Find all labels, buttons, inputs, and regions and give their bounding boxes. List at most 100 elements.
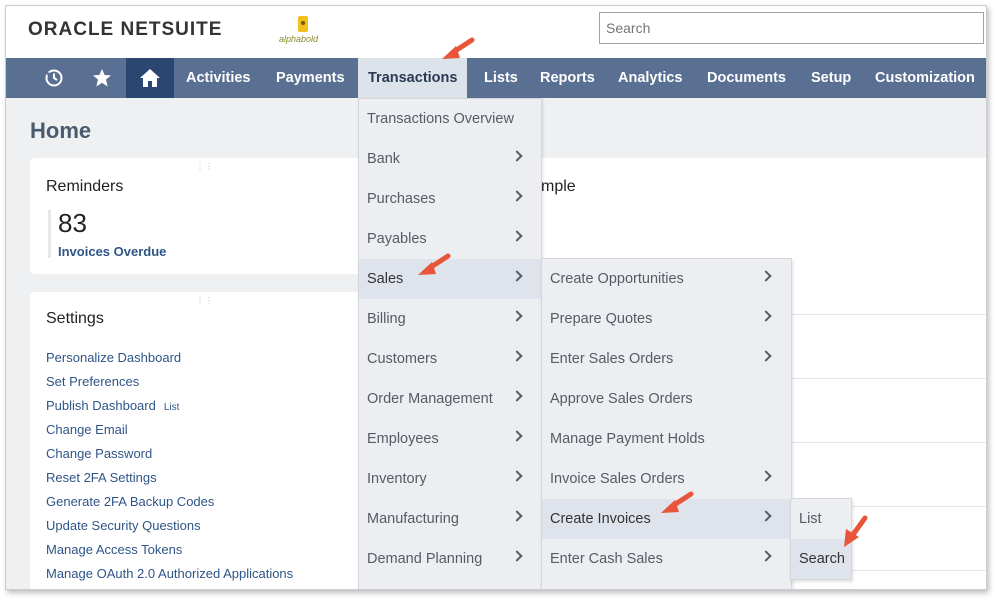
menu-label: Manage Payment Holds [550,431,705,447]
menu-create-opportunities[interactable]: Create Opportunities [542,259,791,299]
nav-customization[interactable]: Customization [875,58,975,98]
alphabold-text: alphabold [279,34,319,44]
menu-label: Billing [367,311,406,327]
menu-label: Enter Cash Sales [550,551,663,567]
menu-label: List [799,511,822,527]
reminders-portlet: ⋮⋮ Reminders 83 Invoices Overdue [30,158,362,274]
menu-manage-payment-holds[interactable]: Manage Payment Holds [542,419,791,459]
reminder-label[interactable]: Invoices Overdue [58,244,166,259]
menu-enter-cash-sales[interactable]: Enter Cash Sales [542,539,791,579]
sales-submenu: Create Opportunities Prepare Quotes Ente… [541,258,792,589]
oracle-netsuite-logo[interactable]: ORACLE NETSUITE [28,19,222,41]
chevron-right-icon [511,430,523,442]
menu-purchases[interactable]: Purchases [359,179,541,219]
menu-order-management[interactable]: Order Management [359,379,541,419]
chevron-right-icon [760,310,772,322]
menu-prepare-quotes[interactable]: Prepare Quotes [542,299,791,339]
menu-customers[interactable]: Customers [359,339,541,379]
reminders-title: Reminders [46,178,124,195]
nav-documents[interactable]: Documents [707,58,786,98]
recent-records-icon[interactable] [34,58,74,98]
chevron-right-icon [511,470,523,482]
menu-label: Prepare Quotes [550,311,653,327]
menu-label: Payables [367,231,427,247]
alphabold-logo: alphabold [277,16,329,50]
drag-handle-icon[interactable]: ⋮⋮ [196,162,214,171]
link-oauth-apps[interactable]: Manage OAuth 2.0 Authorized Applications [46,566,293,581]
menu-demand-planning[interactable]: Demand Planning [359,539,541,579]
link-security-questions[interactable]: Update Security Questions [46,518,201,533]
menu-approve-sales-orders[interactable]: Approve Sales Orders [542,379,791,419]
settings-title: Settings [46,310,104,327]
menu-label: Invoice Sales Orders [550,471,685,487]
chevron-right-icon [511,550,523,562]
link-reset-2fa[interactable]: Reset 2FA Settings [46,470,157,485]
page-title: Home [30,118,92,143]
menu-transactions-overview[interactable]: Transactions Overview [359,99,541,139]
settings-portlet: ⋮⋮ Settings Personalize Dashboard Set Pr… [30,292,362,589]
menu-label: Order Management [367,391,493,407]
alphabold-mark-icon [298,16,308,32]
chevron-right-icon [511,350,523,362]
chevron-right-icon [511,190,523,202]
chevron-right-icon [511,230,523,242]
publish-list-link[interactable]: List [164,402,180,413]
menu-label: Approve Sales Orders [550,391,693,407]
menu-label: Sales [367,271,404,287]
menu-label: Create Invoices [550,511,651,527]
link-change-password[interactable]: Change Password [46,446,152,461]
chevron-right-icon [511,150,523,162]
menu-label: Purchases [367,191,436,207]
global-search-input[interactable] [599,12,984,44]
nav-analytics[interactable]: Analytics [618,58,682,98]
publish-dashboard-label: Publish Dashboard [46,398,156,413]
menu-label: Demand Planning [367,551,483,567]
reminder-count[interactable]: 83 [58,208,87,239]
chevron-right-icon [760,550,772,562]
nav-reports[interactable]: Reports [540,58,595,98]
netsuite-window: ORACLE NETSUITE alphabold Activities Pay… [5,5,987,590]
annotation-arrow-icon [661,491,694,513]
nav-payments[interactable]: Payments [276,58,345,98]
menu-label: Inventory [367,471,427,487]
menu-billing[interactable]: Billing [359,299,541,339]
annotation-arrow-icon [844,515,868,547]
menu-bank[interactable]: Bank [359,139,541,179]
nav-transactions[interactable]: Transactions [358,58,468,98]
chevron-right-icon [511,270,523,282]
chevron-right-icon [511,390,523,402]
link-publish-dashboard[interactable]: Publish Dashboard List [46,398,179,413]
link-personalize-dashboard[interactable]: Personalize Dashboard [46,350,181,365]
menu-label: Bank [367,151,401,167]
portlet-title-partial: mple [541,178,576,195]
nav-setup[interactable]: Setup [811,58,851,98]
divider [791,378,986,379]
menu-label: Transactions Overview [367,111,514,127]
home-icon[interactable] [126,58,174,98]
link-change-email[interactable]: Change Email [46,422,128,437]
link-access-tokens[interactable]: Manage Access Tokens [46,542,182,557]
chevron-right-icon [760,350,772,362]
link-generate-backup-codes[interactable]: Generate 2FA Backup Codes [46,494,214,509]
menu-label: Enter Sales Orders [550,351,674,367]
chevron-right-icon [511,510,523,522]
menu-enter-sales-orders[interactable]: Enter Sales Orders [542,339,791,379]
divider [791,442,986,443]
menu-label: Create Opportunities [550,271,684,287]
menu-inventory[interactable]: Inventory [359,459,541,499]
header: ORACLE NETSUITE alphabold [6,6,986,58]
annotation-arrow-icon [418,253,451,275]
star-icon[interactable] [82,58,122,98]
annotation-arrow-icon [442,37,475,59]
drag-handle-icon[interactable]: ⋮⋮ [196,296,214,305]
menu-label: Manufacturing [367,511,459,527]
menu-employees[interactable]: Employees [359,419,541,459]
chevron-right-icon [760,510,772,522]
transactions-menu: Transactions Overview Bank Purchases Pay… [358,98,542,589]
menu-manufacturing[interactable]: Manufacturing [359,499,541,539]
logo-text: ORACLE NETSUITE [28,19,223,40]
nav-lists[interactable]: Lists [484,58,518,98]
nav-activities[interactable]: Activities [186,58,250,98]
link-set-preferences[interactable]: Set Preferences [46,374,139,389]
reminder-divider [48,210,51,258]
